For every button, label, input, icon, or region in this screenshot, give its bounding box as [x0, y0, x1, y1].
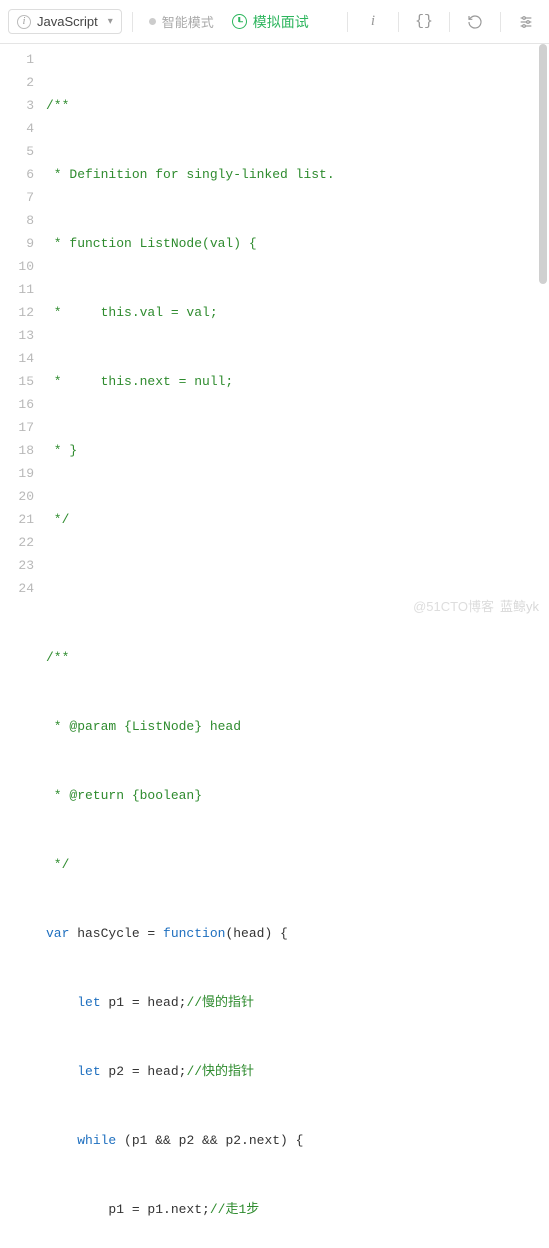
toolbar-divider	[449, 12, 450, 32]
toolbar-divider	[398, 12, 399, 32]
code-text: p2 = head;	[101, 1064, 187, 1079]
line-number: 18	[0, 439, 34, 462]
code-text: * function ListNode(val) {	[46, 236, 257, 251]
settings-icon	[518, 14, 534, 30]
line-number: 9	[0, 232, 34, 255]
code-text: var	[46, 926, 69, 941]
line-gutter: 1 2 3 4 5 6 7 8 9 10 11 12 13 14 15 16 1…	[0, 44, 46, 624]
line-number: 8	[0, 209, 34, 232]
code-text: * }	[46, 443, 77, 458]
line-number: 5	[0, 140, 34, 163]
format-braces-button[interactable]: {}	[409, 8, 439, 36]
code-text: while	[77, 1133, 116, 1148]
line-number: 1	[0, 48, 34, 71]
code-text: * this.next = null;	[46, 374, 233, 389]
code-text: /**	[46, 98, 69, 113]
code-text: * @return {boolean}	[46, 788, 202, 803]
language-selector[interactable]: i JavaScript ▾	[8, 9, 122, 34]
line-number: 6	[0, 163, 34, 186]
code-text: */	[46, 512, 69, 527]
toolbar-divider	[500, 12, 501, 32]
code-text: //走1步	[210, 1202, 259, 1217]
vertical-scrollbar[interactable]	[539, 44, 547, 284]
code-text: let	[77, 1064, 100, 1079]
code-text: */	[46, 857, 69, 872]
code-text: p1 = head;	[101, 995, 187, 1010]
watermark: @51CTO博客 蓝鲸yk	[413, 595, 539, 618]
line-number: 13	[0, 324, 34, 347]
status-dot-icon	[149, 18, 156, 25]
mock-interview-button[interactable]: 模拟面试	[226, 8, 315, 36]
code-text: (head) {	[225, 926, 287, 941]
toolbar-divider	[132, 12, 133, 32]
toolbar-divider	[347, 12, 348, 32]
line-number: 22	[0, 531, 34, 554]
line-number: 3	[0, 94, 34, 117]
editor-toolbar: i JavaScript ▾ 智能模式 模拟面试 i {}	[0, 0, 549, 44]
code-text: hasCycle =	[69, 926, 163, 941]
line-number: 2	[0, 71, 34, 94]
redo-icon	[467, 14, 483, 30]
language-label: JavaScript	[37, 14, 98, 29]
interview-label: 模拟面试	[253, 12, 309, 32]
line-number: 4	[0, 117, 34, 140]
line-number: 7	[0, 186, 34, 209]
line-number: 15	[0, 370, 34, 393]
code-text: function	[163, 926, 225, 941]
line-number: 19	[0, 462, 34, 485]
watermark-name: 蓝鲸yk	[500, 595, 539, 618]
smart-mode-button[interactable]: 智能模式	[143, 8, 220, 35]
settings-button[interactable]	[511, 8, 541, 36]
code-text: * Definition for singly-linked list.	[46, 167, 335, 182]
code-text: * this.val = val;	[46, 305, 218, 320]
watermark-source: @51CTO博客	[413, 595, 494, 618]
code-text: /**	[46, 650, 69, 665]
info-button[interactable]: i	[358, 8, 388, 36]
line-number: 16	[0, 393, 34, 416]
line-number: 23	[0, 554, 34, 577]
clock-icon	[232, 14, 247, 29]
code-text: let	[77, 995, 100, 1010]
line-number: 14	[0, 347, 34, 370]
redo-button[interactable]	[460, 8, 490, 36]
line-number: 11	[0, 278, 34, 301]
chevron-down-icon: ▾	[108, 16, 113, 27]
code-area[interactable]: /** * Definition for singly-linked list.…	[46, 44, 549, 624]
code-text: p1 = p1.next;	[108, 1202, 209, 1217]
code-text: (p1 && p2 && p2.next) {	[116, 1133, 303, 1148]
mode-label: 智能模式	[162, 12, 214, 31]
code-editor[interactable]: 1 2 3 4 5 6 7 8 9 10 11 12 13 14 15 16 1…	[0, 44, 549, 624]
line-number: 12	[0, 301, 34, 324]
line-number: 24	[0, 577, 34, 600]
code-text: //慢的指针	[186, 995, 254, 1010]
line-number: 21	[0, 508, 34, 531]
line-number: 17	[0, 416, 34, 439]
line-number: 20	[0, 485, 34, 508]
code-text: //快的指针	[186, 1064, 254, 1079]
code-text: * @param {ListNode} head	[46, 719, 241, 734]
info-icon: i	[17, 15, 31, 29]
line-number: 10	[0, 255, 34, 278]
